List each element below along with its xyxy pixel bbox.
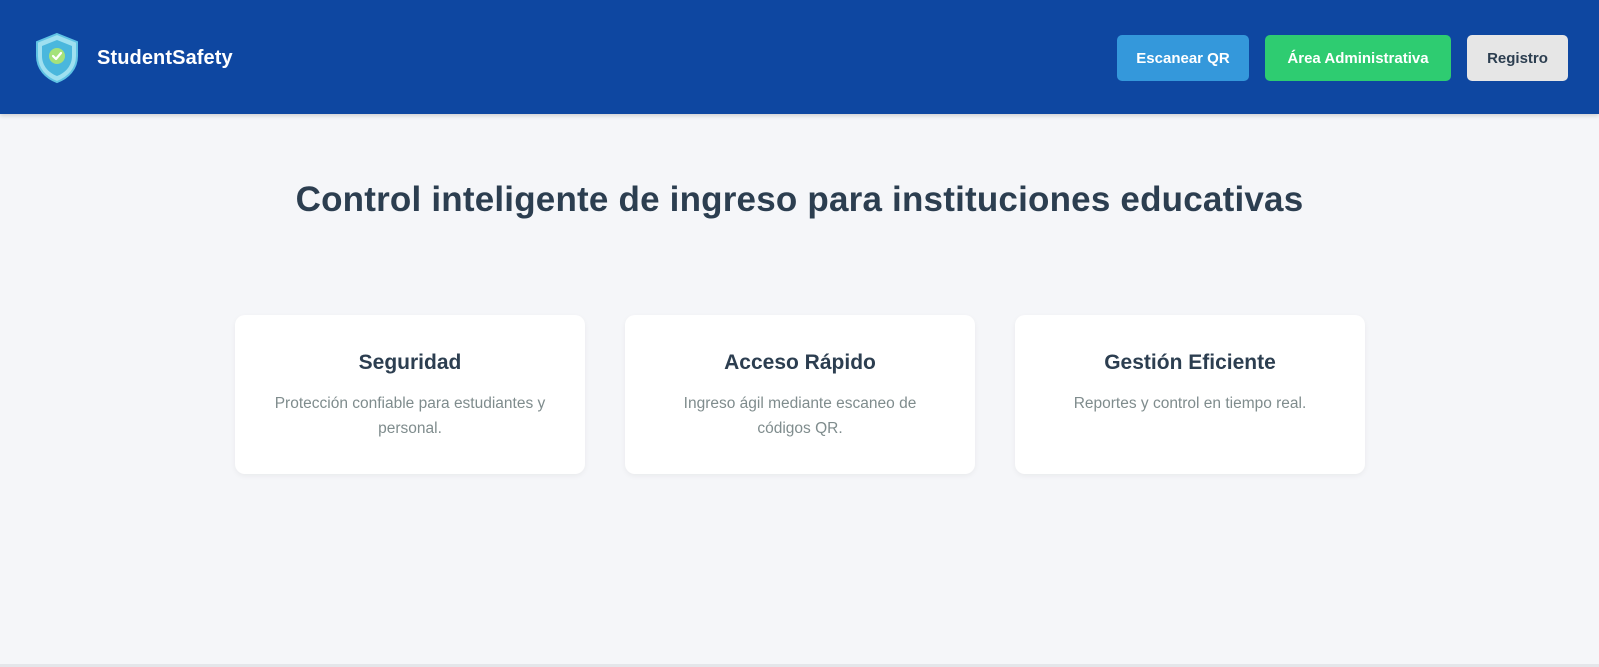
register-button[interactable]: Registro (1467, 35, 1568, 81)
shield-check-icon (36, 32, 78, 84)
page-title: Control inteligente de ingreso para inst… (295, 180, 1304, 219)
brand[interactable]: StudentSafety (33, 32, 233, 84)
brand-name: StudentSafety (97, 46, 233, 69)
feature-cards: Seguridad Protección confiable para estu… (235, 315, 1365, 474)
admin-area-button[interactable]: Área Administrativa (1265, 35, 1451, 81)
feature-card-description: Protección confiable para estudiantes y … (274, 395, 546, 437)
feature-card-title: Seguridad (358, 351, 462, 374)
top-navbar: StudentSafety Escanear QR Área Administr… (0, 0, 1599, 114)
feature-card-management: Gestión Eficiente Reportes y control en … (1015, 315, 1365, 474)
feature-card-title: Acceso Rápido (724, 351, 876, 374)
feature-card-title: Gestión Eficiente (1104, 351, 1276, 374)
main-nav: Escanear QR Área Administrativa Registro (1117, 35, 1568, 81)
feature-card-description: Reportes y control en tiempo real. (1073, 395, 1307, 412)
feature-card-description: Ingreso ágil mediante escaneo de códigos… (683, 395, 917, 437)
feature-card-security: Seguridad Protección confiable para estu… (235, 315, 585, 474)
scan-qr-button[interactable]: Escanear QR (1117, 35, 1249, 81)
feature-card-quick-access: Acceso Rápido Ingreso ágil mediante esca… (625, 315, 975, 474)
